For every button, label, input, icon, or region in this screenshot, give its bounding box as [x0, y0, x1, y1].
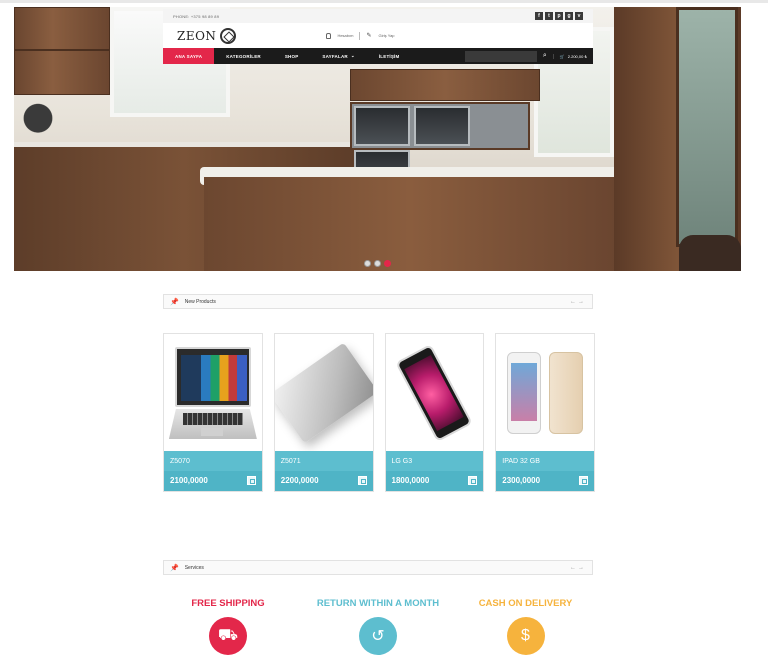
user-icon	[326, 32, 332, 39]
service-title: FREE SHIPPING	[191, 598, 265, 609]
add-to-cart-icon[interactable]	[579, 476, 588, 485]
product-info: IPAD 32 GB 2300,0000	[496, 451, 594, 491]
google-plus-icon[interactable]: g	[565, 12, 573, 20]
service-title: CASH ON DELIVERY	[478, 598, 573, 609]
slider-dot[interactable]	[374, 260, 381, 267]
product-image[interactable]	[274, 334, 373, 452]
service-return: RETURN WITHIN A MONTH ↺	[303, 598, 453, 655]
nav-contact[interactable]: İLETİŞİM	[367, 48, 412, 64]
header-topbar: PHONE: +375 98 89 89 f t p g v	[163, 9, 593, 23]
social-links: f t p g v	[535, 12, 583, 20]
kitchen-island	[204, 177, 616, 271]
product-price: 2200,0000	[280, 476, 319, 485]
vimeo-icon[interactable]: v	[575, 12, 583, 20]
slider-dots	[364, 260, 391, 267]
carousel-arrows[interactable]: ←→	[570, 565, 586, 571]
product-price: 2300,0000	[502, 476, 541, 485]
laptop-image	[168, 343, 257, 443]
tumblr-icon[interactable]: t	[545, 12, 553, 20]
product-info: Z5070 2100,0000	[164, 451, 262, 491]
price-row: 1800,0000	[385, 471, 484, 491]
slider-dot-active[interactable]	[384, 260, 391, 267]
logo-text: ZEON	[177, 28, 217, 43]
cart-icon: 🛒	[559, 53, 565, 59]
service-free-shipping: FREE SHIPPING ⛟	[173, 598, 283, 655]
slider-dot[interactable]	[364, 260, 371, 267]
nav-pages[interactable]: SAYFALAR ⌄	[310, 48, 366, 64]
product-card[interactable]: IPAD 32 GB 2300,0000	[495, 333, 595, 492]
upper-wall-cabinets	[350, 69, 540, 101]
nav-categories[interactable]: KATEGORİLER	[214, 48, 273, 64]
return-icon: ↺	[359, 617, 397, 655]
iphone-image	[507, 352, 584, 434]
account-link[interactable]: Hesabım	[337, 33, 353, 38]
service-title: RETURN WITHIN A MONTH	[316, 598, 440, 609]
dollar-icon: $	[506, 617, 545, 655]
smartphone-image	[395, 343, 474, 443]
product-name[interactable]: Z5071	[281, 458, 301, 465]
nav-shop[interactable]: SHOP	[273, 48, 311, 64]
price-row: 2300,0000	[496, 471, 594, 491]
add-to-cart-icon[interactable]	[468, 476, 478, 485]
cart-summary[interactable]: 🛒 2.200,00 ₺	[552, 53, 587, 59]
pinterest-icon[interactable]: p	[555, 12, 563, 20]
product-info: Z5071 2200,0000	[274, 451, 373, 491]
top-border	[0, 0, 768, 3]
product-name[interactable]: Z5070	[170, 458, 190, 465]
product-grid: Z5070 2100,0000 Z5071 2200,0000 LG G3 18…	[163, 333, 595, 493]
account-links: Hesabım ✎ Giriş Yap	[326, 31, 395, 40]
services-row: FREE SHIPPING ⛟ RETURN WITHIN A MONTH ↺ …	[163, 598, 593, 664]
product-info: LG G3 1800,0000	[385, 451, 484, 491]
plant	[18, 99, 58, 147]
product-card[interactable]: LG G3 1800,0000	[384, 333, 485, 492]
new-products-bar: 📌 New Products ←→	[163, 294, 593, 309]
chevron-down-icon: ⌄	[350, 53, 355, 58]
pin-icon: 📌	[170, 298, 179, 306]
section-title: New Products	[184, 298, 216, 305]
search-input[interactable]	[464, 50, 537, 62]
product-card[interactable]: Z5071 2200,0000	[273, 333, 374, 492]
divider	[359, 31, 361, 40]
key-icon: ✎	[366, 32, 372, 39]
carousel-arrows[interactable]: ←→	[570, 299, 586, 305]
nav-search-area: ⌕ 🛒 2.200,00 ₺	[464, 48, 593, 64]
product-price: 2100,0000	[170, 476, 208, 485]
price-row: 2200,0000	[274, 471, 373, 491]
add-to-cart-icon[interactable]	[246, 476, 256, 485]
nav-home[interactable]: ANA SAYFA	[163, 48, 215, 64]
price-row: 2100,0000	[164, 471, 262, 491]
logo-mark-icon	[220, 27, 237, 44]
search-icon[interactable]: ⌕	[543, 52, 547, 60]
product-image[interactable]	[496, 334, 594, 452]
service-cash-on-delivery: CASH ON DELIVERY $	[463, 598, 588, 655]
product-image[interactable]	[164, 334, 262, 452]
built-in-ovens	[350, 102, 530, 190]
product-card[interactable]: Z5070 2100,0000	[163, 333, 263, 492]
cart-total: 2.200,00 ₺	[567, 53, 587, 59]
add-to-cart-icon[interactable]	[357, 476, 367, 485]
glass-cabinet	[676, 7, 738, 247]
chair	[679, 235, 741, 271]
logo[interactable]: ZEON	[177, 27, 237, 44]
product-price: 1800,0000	[391, 476, 430, 485]
pin-icon: 📌	[170, 564, 179, 572]
login-link[interactable]: Giriş Yap	[378, 33, 394, 38]
header-main: ZEON Hesabım ✎ Giriş Yap	[163, 23, 593, 48]
product-image[interactable]	[386, 334, 484, 452]
services-bar: 📌 Services ←→	[163, 560, 593, 575]
kitchen-cabinet-top	[14, 7, 110, 51]
closed-laptop-image	[274, 342, 373, 444]
product-name[interactable]: LG G3	[392, 458, 413, 465]
facebook-icon[interactable]: f	[535, 12, 543, 20]
phone-number: PHONE: +375 98 89 89	[173, 13, 220, 19]
section-title: Services	[184, 564, 204, 571]
main-nav: ANA SAYFA KATEGORİLER SHOP SAYFALAR ⌄ İL…	[163, 48, 593, 64]
site-header: PHONE: +375 98 89 89 f t p g v ZEON Hesa…	[163, 9, 593, 64]
product-name[interactable]: IPAD 32 GB	[502, 458, 540, 465]
truck-icon: ⛟	[209, 617, 247, 655]
nav-pages-label: SAYFALAR	[322, 53, 348, 59]
